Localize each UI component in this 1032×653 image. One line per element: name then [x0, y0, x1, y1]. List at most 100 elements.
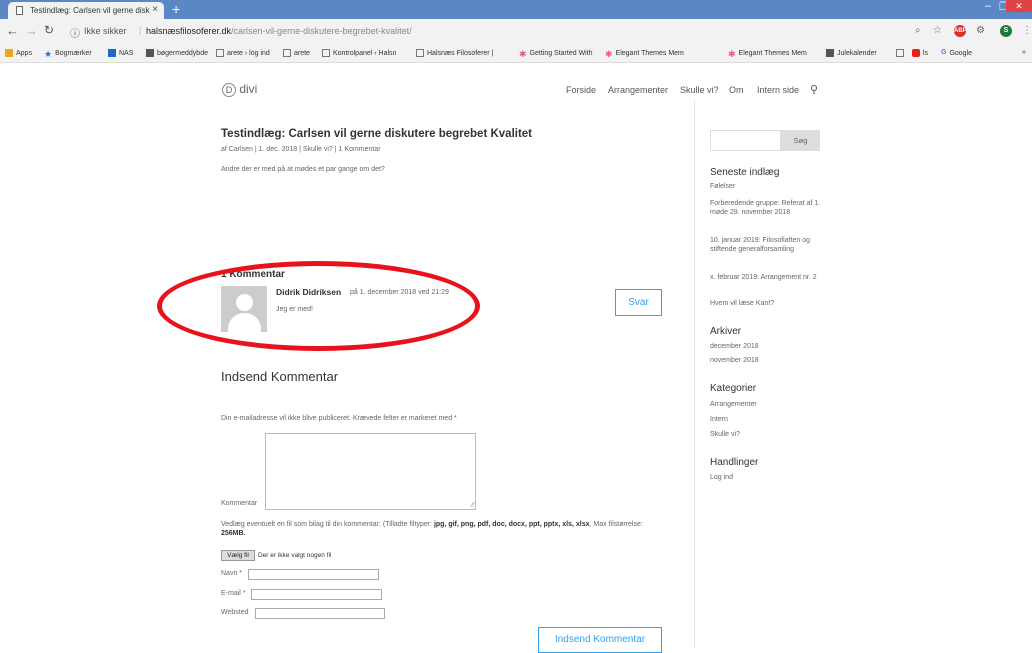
menu-item-intern-side[interactable]: Intern side [757, 85, 799, 95]
menu-dots-icon[interactable]: ⋮ [1022, 25, 1032, 36]
bookmark-item[interactable]: Halsnæs Filosoferer | [416, 49, 493, 57]
name-label: Navn * [221, 570, 243, 577]
form-note: Din e-mailadresse vil ikke blive publice… [221, 415, 457, 422]
window-close-icon[interactable]: ✕ [1006, 0, 1032, 12]
resize-grip-icon[interactable]: ⁄⁄ [472, 502, 474, 509]
archive-link[interactable]: november 2018 [710, 357, 822, 366]
bookmark-item[interactable]: ✱ Elegant Themes Mem [605, 49, 684, 59]
star-icon: ★ [44, 49, 53, 59]
form-title: Indsend Kommentar [221, 369, 339, 384]
recent-post-link[interactable]: Følelser [710, 183, 822, 192]
browser-tab[interactable]: Testindlæg: Carlsen vil gerne disk × [8, 2, 164, 19]
name-field[interactable] [248, 569, 379, 580]
file-status: Der er ikke valgt nogen fil [258, 552, 332, 559]
bookmark-item[interactable]: ✱ Elegant Themes Mem [728, 49, 807, 59]
address-bar-row: ← → ↻ ⓘ Ikke sikker | halsnæsfilosoferer… [0, 19, 1032, 47]
site-icon [146, 49, 154, 57]
tab-title: Testindlæg: Carlsen vil gerne disk [30, 6, 150, 15]
close-tab-icon[interactable]: × [152, 4, 158, 15]
archives-title: Arkiver [710, 326, 742, 337]
info-icon[interactable]: ⓘ [70, 25, 80, 40]
browser-titlebar: Testindlæg: Carlsen vil gerne disk × + –… [0, 0, 1032, 19]
bookmark-apps[interactable]: Apps [5, 49, 32, 57]
submit-comment-button[interactable]: Indsend Kommentar [538, 627, 662, 653]
divi-logo-icon: D [222, 83, 236, 97]
comment-label: Kommentar [221, 500, 258, 507]
post-body: Andre der er med på at mødes et par gang… [221, 166, 385, 173]
bookmark-item[interactable]: arete › log ind [216, 49, 270, 57]
logo-text: divi [239, 82, 258, 96]
reply-button[interactable]: Svar [615, 289, 662, 316]
post-title: Testindlæg: Carlsen vil gerne diskutere … [221, 128, 533, 140]
categories-title: Kategorier [710, 383, 757, 394]
bookmark-item[interactable]: ✱ Getting Started With [519, 49, 593, 59]
allowed-filetypes: jpg, gif, png, pdf, doc, docx, ppt, pptx… [433, 521, 590, 528]
category-link[interactable]: Arrangementer [710, 401, 822, 410]
recent-post-link[interactable]: x. februar 2019: Arrangement nr. 2 [710, 274, 822, 283]
youtube-icon [912, 49, 920, 57]
login-link[interactable]: Log ind [710, 474, 822, 483]
page-icon [322, 49, 330, 57]
google-icon: G [941, 49, 947, 56]
website-label: Websted [221, 609, 249, 616]
menu-item-skulle-vi[interactable]: Skulle vi? [680, 85, 719, 95]
url-field[interactable]: halsnæsfilosoferer.dk/carlsen-vil-gerne-… [146, 26, 412, 36]
minimize-icon[interactable]: – [985, 0, 991, 12]
menu-item-om[interactable]: Om [729, 85, 744, 95]
recent-post-link[interactable]: Hvem vil læse Kant? [710, 300, 822, 309]
security-status[interactable]: Ikke sikker [84, 26, 127, 36]
zoom-icon[interactable]: ⌕ [915, 25, 921, 36]
sidebar-search-button[interactable]: Søg [781, 130, 820, 151]
new-tab-button[interactable]: + [172, 1, 180, 17]
bookmark-item[interactable]: Julekalender [826, 49, 877, 57]
archive-link[interactable]: december 2018 [710, 343, 822, 352]
site-logo[interactable]: D divi [222, 82, 257, 97]
category-link[interactable]: Skulle vi? [710, 431, 822, 440]
bookmark-item[interactable]: NAS [108, 49, 133, 57]
bookmark-item[interactable]: bøgermeddybde [146, 49, 208, 57]
site-icon [826, 49, 834, 57]
attachment-info: Vedlæg eventuelt en fil som bilag til di… [221, 521, 643, 537]
url-separator: | [139, 25, 142, 35]
bookmark-item[interactable] [896, 49, 907, 57]
menu-item-arrangementer[interactable]: Arrangementer [608, 85, 668, 95]
back-icon[interactable]: ← [6, 23, 19, 38]
comment-textarea[interactable]: ⁄⁄ [265, 433, 476, 510]
bookmarks-overflow-icon[interactable]: » [1022, 49, 1026, 56]
sidebar-divider [694, 100, 695, 649]
bookmark-item[interactable]: ls [912, 49, 928, 57]
url-domain: halsnæsfilosoferer.dk [146, 26, 232, 36]
bookmark-item[interactable]: arete [283, 49, 310, 57]
apps-grid-icon [5, 49, 13, 57]
actions-title: Handlinger [710, 457, 759, 468]
extension-icon[interactable]: ⚙ [976, 25, 985, 36]
page-icon [216, 49, 224, 57]
page-icon [283, 49, 291, 57]
asterisk-icon: ✱ [728, 49, 736, 59]
post-meta: af Carlsen | 1. dec. 2018 | Skulle vi? |… [221, 146, 381, 153]
page-icon [416, 49, 424, 57]
menu-item-forside[interactable]: Forside [566, 85, 596, 95]
bookmark-item[interactable]: Kontrolpanel ‹ Halsn [322, 49, 396, 57]
recent-posts-title: Seneste indlæg [710, 167, 780, 178]
recent-post-link[interactable]: 10. januar 2019: Filosofiaften og stifte… [710, 237, 822, 254]
bookmark-item[interactable]: ★ Bogmærker [44, 49, 92, 59]
search-icon[interactable]: ⚲ [810, 83, 818, 96]
bookmark-star-icon[interactable]: ☆ [933, 25, 942, 36]
adblock-icon[interactable]: ABP [954, 25, 967, 37]
page-icon [16, 6, 23, 15]
nas-icon [108, 49, 116, 57]
website-field[interactable] [255, 608, 385, 619]
email-field[interactable] [251, 589, 382, 600]
forward-icon[interactable]: → [25, 23, 38, 38]
recent-post-link[interactable]: Forberedende gruppe: Referat af 1. møde … [710, 200, 822, 217]
url-path: /carlsen-vil-gerne-diskutere-begrebet-kv… [231, 26, 412, 36]
reload-icon[interactable]: ↻ [44, 23, 54, 37]
choose-file-button[interactable]: Vælg fil [221, 550, 255, 561]
profile-avatar[interactable]: S [1000, 25, 1012, 37]
category-link[interactable]: Intern [710, 416, 822, 425]
highlight-ellipse [157, 261, 480, 351]
bookmark-item[interactable]: G Google [941, 49, 972, 57]
sidebar-search-input[interactable] [710, 130, 781, 151]
asterisk-icon: ✱ [605, 49, 613, 59]
